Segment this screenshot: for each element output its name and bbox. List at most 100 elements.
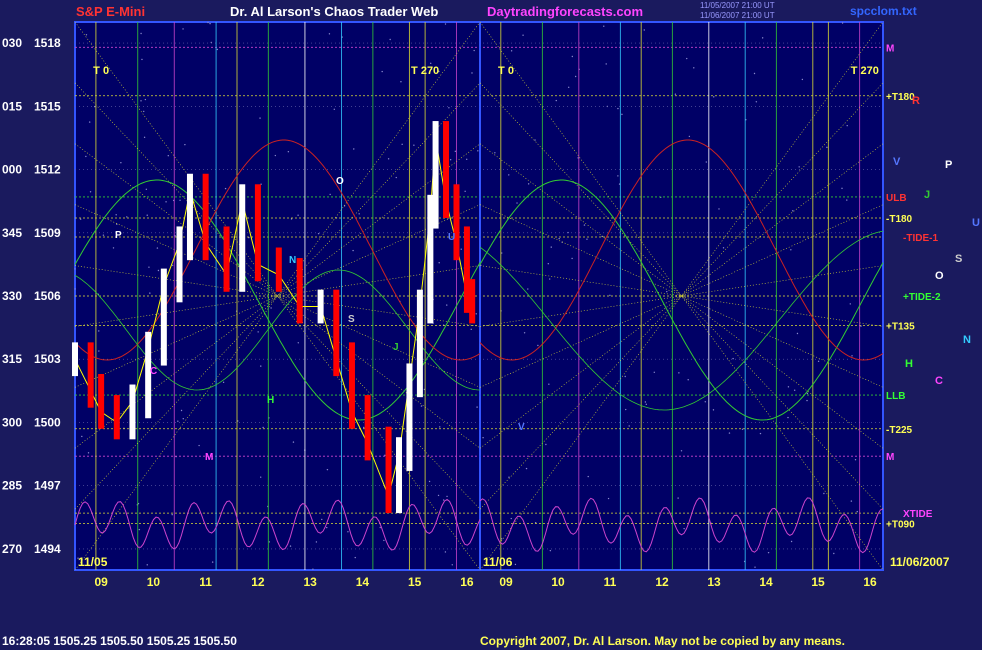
star-dot	[460, 248, 462, 250]
level-label: ULB	[886, 193, 907, 204]
star-dot	[583, 224, 586, 226]
price-bar	[296, 258, 303, 324]
level-label: +TIDE-2	[903, 292, 941, 303]
star-dot	[846, 199, 848, 201]
star-dot	[167, 154, 170, 157]
star-dot	[165, 201, 167, 203]
star-dot	[558, 237, 560, 240]
star-dot	[156, 247, 159, 249]
star-dot	[759, 432, 762, 435]
star-dot	[471, 72, 473, 74]
star-dot	[454, 150, 457, 153]
x-tick-label: 14	[356, 575, 370, 589]
y-tick-code: 315	[2, 352, 22, 366]
copyright: Copyright 2007, Dr. Al Larson. May not b…	[480, 634, 845, 648]
star-dot	[347, 531, 349, 533]
star-dot	[439, 426, 441, 428]
star-dot	[625, 408, 627, 411]
star-dot	[755, 101, 758, 103]
star-dot	[143, 136, 146, 139]
star-dot	[395, 176, 397, 179]
star-dot	[182, 418, 184, 420]
y-axis-labels: 030 1518 015 1515 000 1512 345 1509 330 1506 315 15…	[2, 36, 61, 556]
star-dot	[315, 541, 318, 543]
star-dot	[179, 199, 181, 202]
star-dot	[326, 526, 328, 529]
star-dot	[510, 50, 513, 52]
price-bar	[223, 226, 230, 292]
star-dot	[653, 371, 656, 373]
star-dot	[713, 96, 715, 98]
star-dot	[806, 392, 809, 395]
price-bar	[72, 342, 78, 377]
star-dot	[448, 107, 450, 109]
star-dot	[289, 545, 292, 547]
star-dot	[326, 468, 329, 471]
in-plot-label: P	[115, 230, 122, 241]
price-bar	[416, 289, 423, 398]
star-dot	[514, 563, 517, 566]
planet-marker: U	[972, 217, 980, 229]
x-tick-label: 15	[408, 575, 422, 589]
star-dot	[437, 494, 440, 497]
star-dot	[545, 443, 547, 446]
x-tick-label: 09	[499, 575, 513, 589]
star-dot	[617, 107, 619, 110]
x-tick-label: 13	[707, 575, 721, 589]
star-dot	[207, 21, 209, 24]
star-dot	[574, 75, 577, 78]
price-bar	[254, 184, 261, 282]
star-dot	[260, 365, 262, 367]
star-dot	[718, 208, 720, 210]
star-dot	[722, 247, 725, 249]
star-dot	[571, 55, 574, 58]
star-dot	[379, 526, 381, 529]
price-bar	[469, 279, 476, 324]
star-dot	[850, 500, 853, 502]
star-dot	[354, 556, 356, 559]
star-dot	[792, 210, 794, 212]
star-dot	[257, 331, 259, 333]
planet-marker: P	[945, 159, 952, 171]
x-tick-label: 09	[94, 575, 108, 589]
y-tick-code: 000	[2, 163, 22, 177]
star-dot	[270, 307, 272, 309]
star-dot	[477, 150, 479, 152]
star-dot	[605, 63, 607, 65]
star-dot	[643, 29, 645, 31]
star-dot	[353, 148, 355, 150]
star-dot	[198, 444, 200, 447]
star-dot	[363, 426, 365, 429]
in-plot-label: V	[518, 422, 525, 433]
last-quote: 16:28:05 1505.25 1505.50 1505.25 1505.50	[2, 634, 237, 648]
star-dot	[211, 561, 214, 563]
price-bar	[186, 173, 193, 261]
star-dot	[798, 166, 800, 168]
star-dot	[508, 174, 510, 176]
star-dot	[680, 450, 683, 452]
star-dot	[849, 303, 851, 305]
y-tick-price: 1500	[34, 415, 61, 429]
price-bar	[348, 342, 355, 429]
timestamp-1: 11/05/2007 21:00 UT	[700, 1, 775, 10]
in-plot-label: C	[150, 366, 157, 377]
star-dot	[476, 406, 478, 408]
star-dot	[790, 540, 793, 543]
site-link[interactable]: Daytradingforecasts.com	[487, 4, 643, 19]
star-dot	[621, 113, 623, 116]
star-dot	[88, 121, 91, 123]
star-dot	[89, 191, 92, 193]
y-tick-code: 345	[2, 226, 22, 240]
star-dot	[806, 399, 808, 402]
star-dot	[85, 155, 87, 158]
star-dot	[358, 213, 360, 215]
level-label: -T180	[886, 214, 913, 225]
x-tick-label: 10	[147, 575, 161, 589]
star-dot	[449, 159, 452, 161]
star-dot	[523, 332, 526, 334]
planet-marker: S	[955, 253, 962, 265]
level-label: LLB	[886, 391, 905, 402]
star-dot	[586, 238, 588, 240]
star-dot	[85, 34, 88, 36]
date-label-full: 11/06/2007	[890, 555, 950, 569]
